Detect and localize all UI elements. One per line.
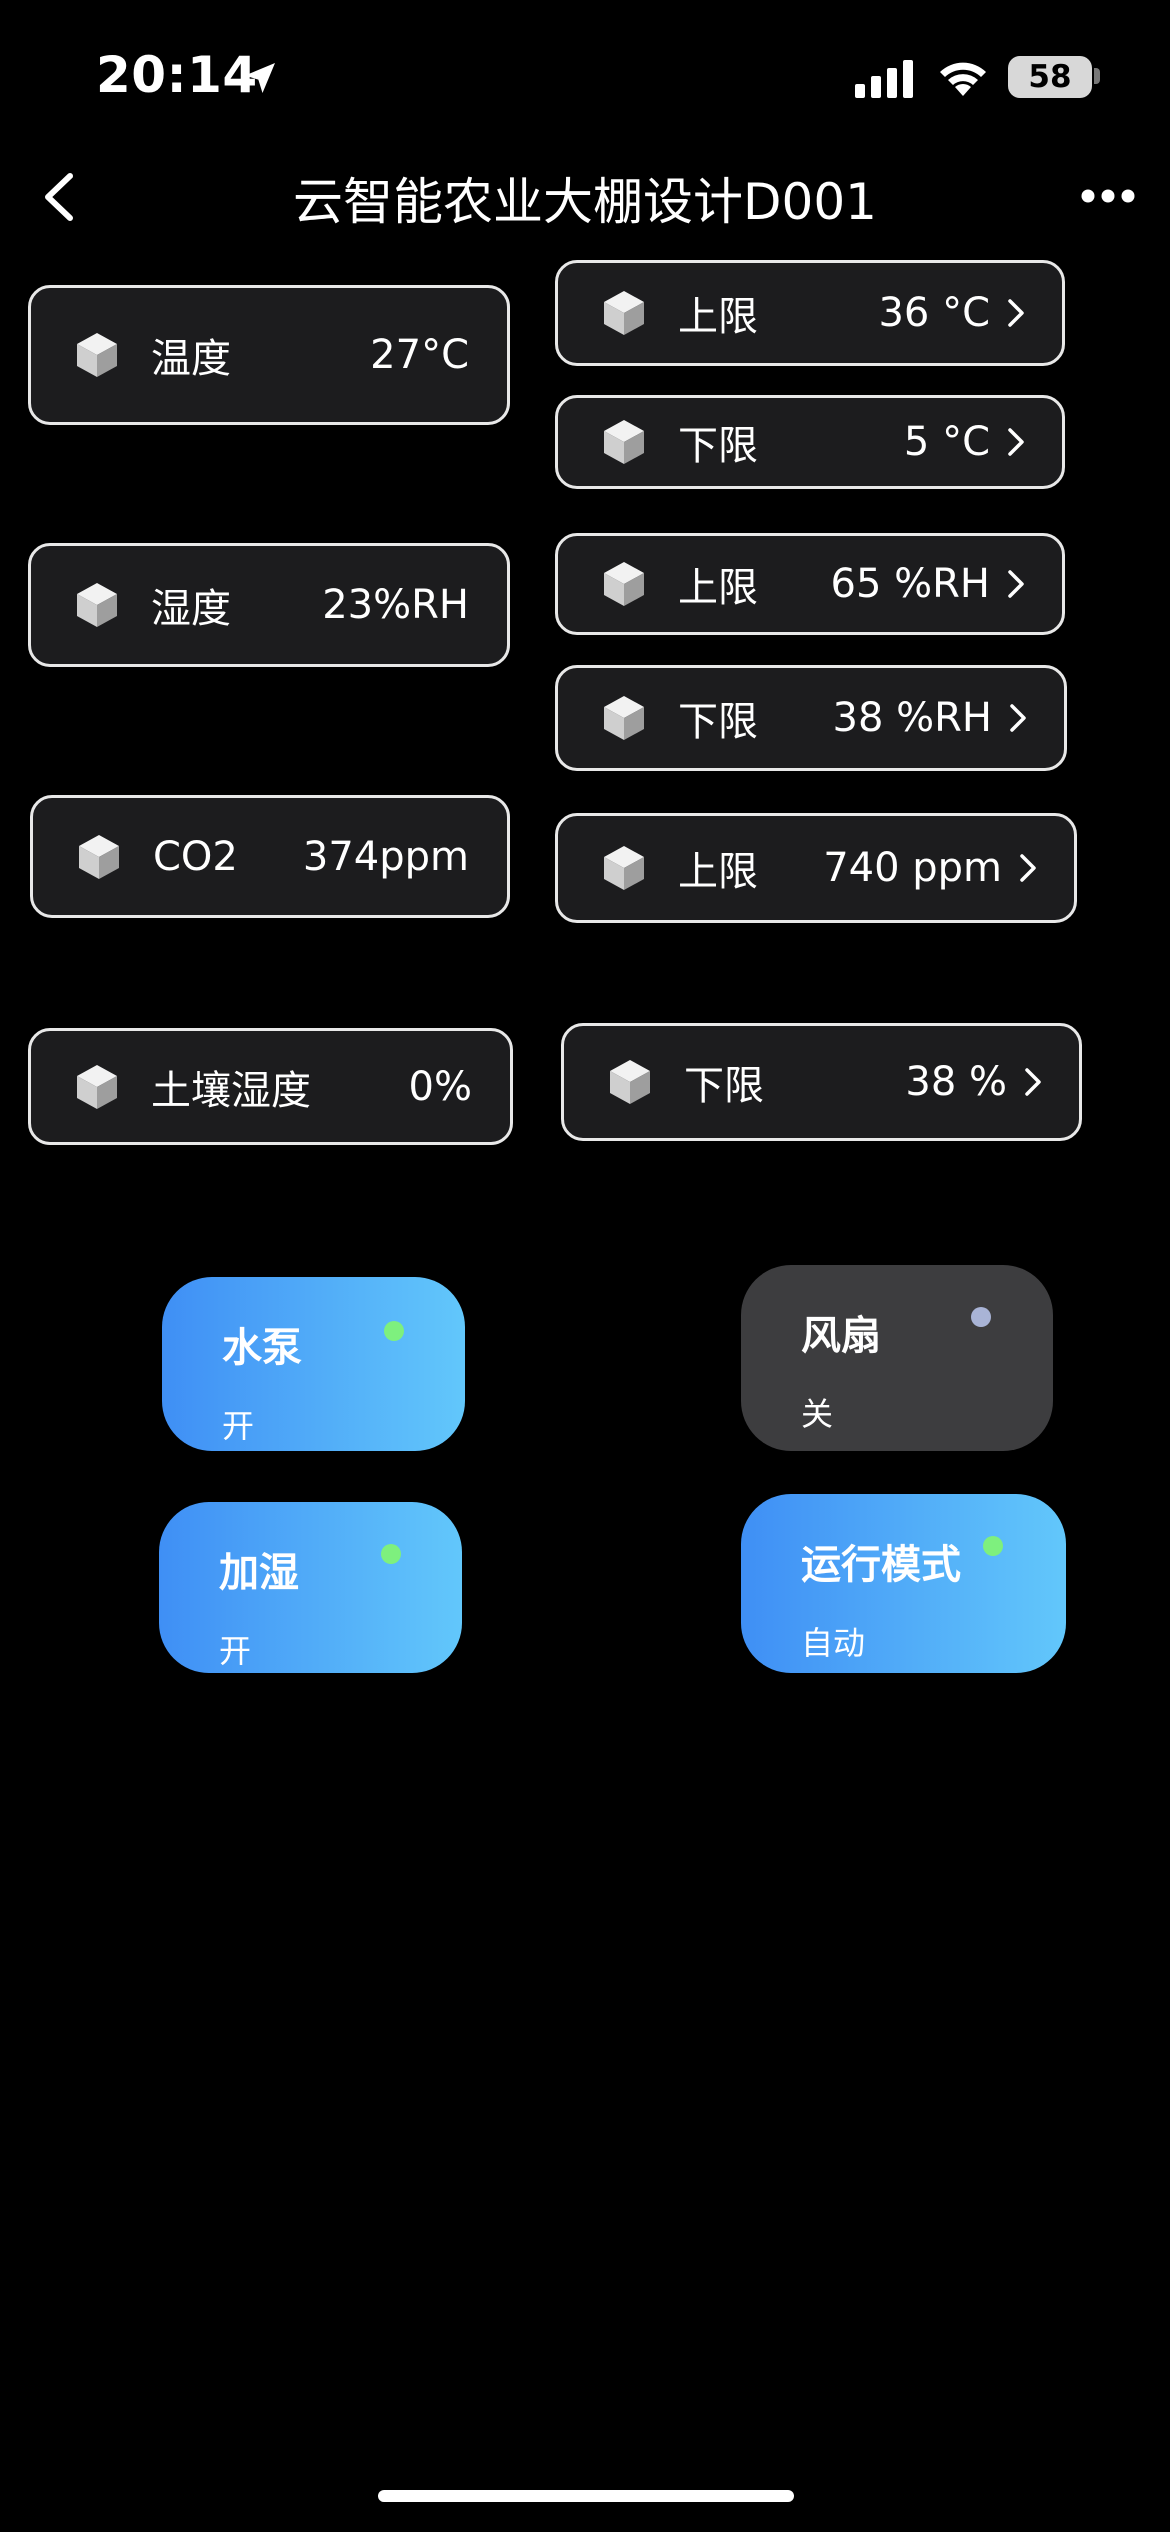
chevron-right-icon <box>1008 299 1024 327</box>
control-pump-toggle[interactable]: 水泵 开 <box>162 1277 465 1451</box>
limit-label: 下限 <box>678 699 758 745</box>
sensor-card-co2: CO2 374ppm <box>30 795 510 918</box>
chevron-right-icon <box>1025 1068 1041 1096</box>
sensor-value: 23%RH <box>322 582 469 628</box>
limit-label: 上限 <box>678 565 758 611</box>
more-horizontal-icon[interactable] <box>1080 188 1136 204</box>
control-name: 风扇 <box>801 1313 881 1359</box>
chevron-right-icon <box>1010 704 1026 732</box>
limit-temp-upper[interactable]: 上限 36 °C <box>555 260 1065 366</box>
limit-label: 下限 <box>684 1063 764 1109</box>
location-arrow-icon <box>245 63 275 93</box>
home-indicator[interactable] <box>378 2490 794 2502</box>
status-time: 20:14 <box>96 46 258 104</box>
control-mode-toggle[interactable]: 运行模式 自动 <box>741 1494 1066 1673</box>
sensor-value: 0% <box>408 1063 472 1110</box>
cube-icon <box>604 846 644 890</box>
status-dot-on <box>384 1321 404 1341</box>
control-state: 自动 <box>801 1624 866 1662</box>
limit-hum-upper[interactable]: 上限 65 %RH <box>555 533 1065 635</box>
chevron-right-icon <box>1020 854 1036 882</box>
cube-icon <box>77 583 117 627</box>
wifi-icon <box>940 62 986 96</box>
chevron-right-icon <box>1008 428 1024 456</box>
cube-icon <box>79 834 119 879</box>
sensor-card-temperature: 温度 27°C <box>28 285 510 425</box>
status-dot-off <box>971 1307 991 1327</box>
sensor-value: 374ppm <box>302 833 469 880</box>
battery-indicator: 58 <box>1008 56 1092 98</box>
limit-hum-lower[interactable]: 下限 38 %RH <box>555 665 1067 771</box>
cube-icon <box>604 420 644 464</box>
limit-label: 上限 <box>678 294 758 340</box>
cellular-signal-icon <box>855 60 913 98</box>
sensor-label: 土壤湿度 <box>151 1067 311 1114</box>
sensor-card-soil: 土壤湿度 0% <box>28 1028 513 1145</box>
control-state: 关 <box>801 1395 834 1433</box>
limit-soil-lower[interactable]: 下限 38 % <box>561 1023 1082 1141</box>
limit-co2-upper[interactable]: 上限 740 ppm <box>555 813 1077 923</box>
limit-value: 65 %RH <box>830 561 991 607</box>
cube-icon <box>604 291 644 335</box>
sensor-value: 27°C <box>370 332 469 378</box>
cube-icon <box>604 696 644 740</box>
limit-value: 5 °C <box>903 419 990 465</box>
cube-icon <box>77 333 117 377</box>
limit-label: 下限 <box>678 423 758 469</box>
sensor-card-humidity: 湿度 23%RH <box>28 543 510 667</box>
limit-value: 38 % <box>905 1059 1007 1105</box>
control-humidify-toggle[interactable]: 加湿 开 <box>159 1502 462 1673</box>
control-fan-toggle[interactable]: 风扇 关 <box>741 1265 1053 1451</box>
control-name: 水泵 <box>222 1325 302 1371</box>
chevron-right-icon <box>1008 570 1024 598</box>
control-name: 加湿 <box>219 1550 299 1596</box>
sensor-label: 温度 <box>151 336 231 382</box>
limit-value: 740 ppm <box>823 845 1002 891</box>
sensor-label: CO2 <box>153 833 238 880</box>
limit-temp-lower[interactable]: 下限 5 °C <box>555 395 1065 489</box>
cube-icon <box>610 1060 650 1104</box>
control-state: 开 <box>222 1407 255 1445</box>
cube-icon <box>77 1064 117 1109</box>
status-dot-on <box>983 1536 1003 1556</box>
status-dot-on <box>381 1544 401 1564</box>
battery-nub <box>1094 68 1100 84</box>
control-name: 运行模式 <box>801 1542 961 1588</box>
page-title: 云智能农业大棚设计D001 <box>293 173 877 231</box>
cube-icon <box>604 562 644 606</box>
limit-value: 36 °C <box>878 290 990 336</box>
limit-value: 38 %RH <box>832 695 993 741</box>
control-state: 开 <box>219 1632 252 1670</box>
sensor-label: 湿度 <box>151 586 231 632</box>
limit-label: 上限 <box>678 849 758 895</box>
